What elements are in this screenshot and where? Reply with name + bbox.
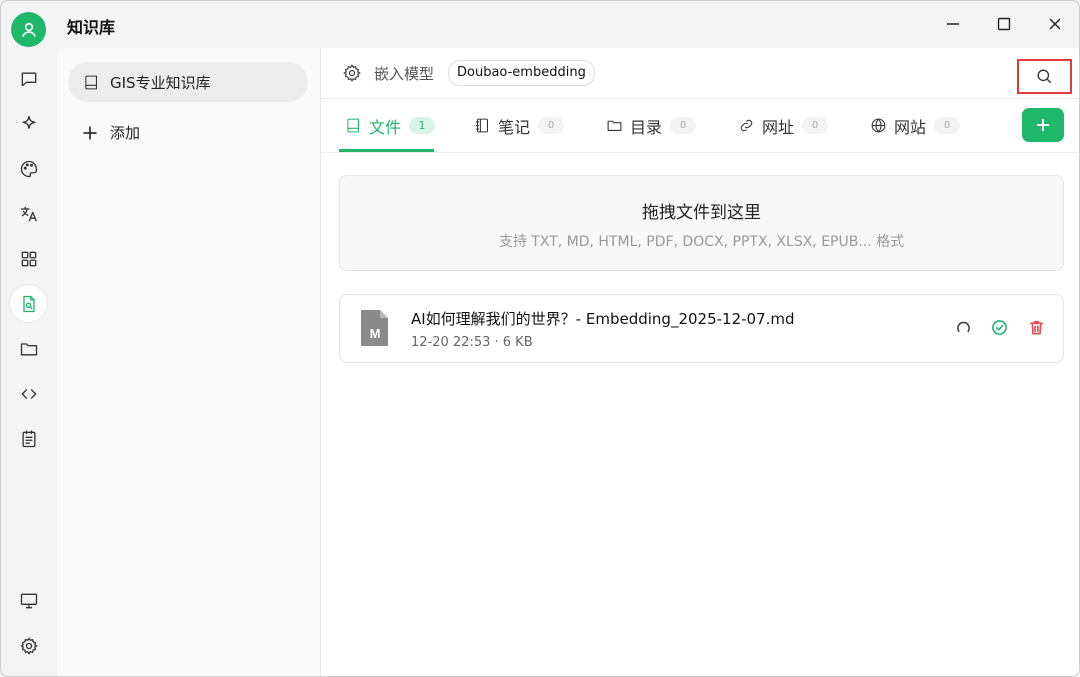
search-button[interactable]	[1017, 59, 1072, 94]
file-list-item[interactable]: M AI如何理解我们的世界？- Embedding_2025-12-07.md …	[339, 294, 1064, 363]
file-meta: 12-20 22:53 · 6 KB	[411, 335, 533, 350]
folder-icon	[607, 120, 622, 131]
embedding-model-badge: Doubao-embedding	[448, 60, 595, 86]
knowledge-base-label: GIS专业知识库	[110, 73, 211, 92]
rail-translate[interactable]	[10, 195, 47, 232]
monitor-icon	[20, 593, 37, 608]
chat-icon	[21, 72, 36, 86]
notebook-icon	[476, 118, 488, 133]
tab-notes[interactable]: 笔记 0	[474, 99, 565, 152]
embedding-label: 嵌入模型	[374, 65, 435, 83]
plus-icon	[83, 126, 97, 139]
title-bar: 知识库	[1, 1, 1079, 47]
app-window: 知识库 GIS专业知识库 添加 嵌入模型 Doubao-embedding 文件…	[0, 0, 1080, 677]
maximize-icon	[997, 17, 1011, 31]
rail-notes[interactable]	[10, 420, 47, 457]
book-icon	[347, 118, 359, 133]
rail-chat[interactable]	[10, 60, 47, 97]
embedding-bar: 嵌入模型 Doubao-embedding	[321, 48, 1079, 99]
dropzone-subtitle: 支持 TXT, MD, HTML, PDF, DOCX, PPTX, XLSX,…	[498, 234, 905, 250]
markdown-file-icon: M	[361, 310, 388, 346]
tab-count-badge: 1	[409, 117, 436, 134]
code-icon	[21, 388, 36, 399]
tab-bar: 文件 1 笔记 0 目录 0 网址 0 网站 0	[321, 99, 1079, 153]
tab-label: 文件	[369, 117, 402, 137]
tab-files[interactable]: 文件 1	[345, 99, 436, 152]
tab-website[interactable]: 网站 0	[870, 99, 961, 152]
knowledge-icon	[22, 295, 35, 312]
globe-icon	[871, 118, 886, 133]
main-content: 嵌入模型 Doubao-embedding 文件 1 笔记 0 目录 0 网址 …	[321, 48, 1079, 676]
rail-agents[interactable]	[10, 105, 47, 142]
translate-icon	[20, 206, 37, 221]
add-item-button[interactable]	[1022, 108, 1064, 142]
refresh-icon	[957, 321, 970, 333]
rail-apps[interactable]	[10, 240, 47, 277]
refresh-file-button[interactable]	[955, 319, 973, 337]
rail-code[interactable]	[10, 375, 47, 412]
rail-settings[interactable]	[10, 627, 47, 664]
tab-directory[interactable]: 目录 0	[606, 99, 697, 152]
add-label: 添加	[110, 124, 141, 142]
plus-icon	[1037, 119, 1049, 131]
tab-count-badge: 0	[538, 117, 565, 134]
check-circle-icon	[992, 320, 1007, 335]
close-button[interactable]	[1042, 11, 1068, 37]
tab-count-badge: 0	[802, 117, 829, 134]
rail-knowledge[interactable]	[10, 285, 47, 322]
knowledge-base-item[interactable]: GIS专业知识库	[68, 62, 308, 102]
avatar[interactable]	[11, 12, 46, 47]
tab-label: 笔记	[498, 117, 531, 137]
link-icon	[740, 119, 753, 132]
file-name: AI如何理解我们的世界？- Embedding_2025-12-07.md	[411, 310, 795, 328]
active-tab-indicator	[339, 149, 434, 152]
file-type-badge: M	[370, 326, 381, 341]
search-icon	[1037, 69, 1052, 84]
notes-icon	[22, 429, 35, 447]
user-icon	[21, 22, 36, 37]
folder-icon	[20, 342, 37, 355]
add-knowledge-base-button[interactable]: 添加	[82, 122, 140, 143]
rail-paint[interactable]	[10, 150, 47, 187]
embedding-settings-button[interactable]	[342, 63, 362, 83]
close-icon	[1049, 18, 1061, 30]
trash-icon	[1030, 321, 1043, 335]
tab-count-badge: 0	[934, 117, 961, 134]
delete-file-button[interactable]	[1028, 319, 1046, 337]
rail-display[interactable]	[10, 582, 47, 619]
tab-label: 目录	[630, 117, 663, 137]
file-dropzone[interactable]: 拖拽文件到这里 支持 TXT, MD, HTML, PDF, DOCX, PPT…	[339, 175, 1064, 271]
settings-icon	[20, 637, 37, 654]
tab-url[interactable]: 网址 0	[738, 99, 829, 152]
sparkle-icon	[22, 115, 35, 129]
knowledge-list-panel: GIS专业知识库 添加	[57, 48, 321, 676]
gear-icon	[343, 64, 361, 82]
book-icon	[85, 75, 97, 89]
minimize-button[interactable]	[940, 11, 966, 37]
minimize-icon	[947, 23, 959, 25]
window-title: 知识库	[67, 18, 116, 37]
apps-icon	[21, 251, 36, 266]
rail-files[interactable]	[10, 330, 47, 367]
dropzone-title: 拖拽文件到这里	[642, 203, 761, 223]
maximize-button[interactable]	[991, 11, 1017, 37]
tab-label: 网站	[894, 117, 927, 137]
tab-label: 网址	[762, 117, 795, 137]
status-ok-indicator	[991, 319, 1009, 337]
tab-count-badge: 0	[670, 117, 697, 134]
palette-icon	[20, 160, 37, 177]
